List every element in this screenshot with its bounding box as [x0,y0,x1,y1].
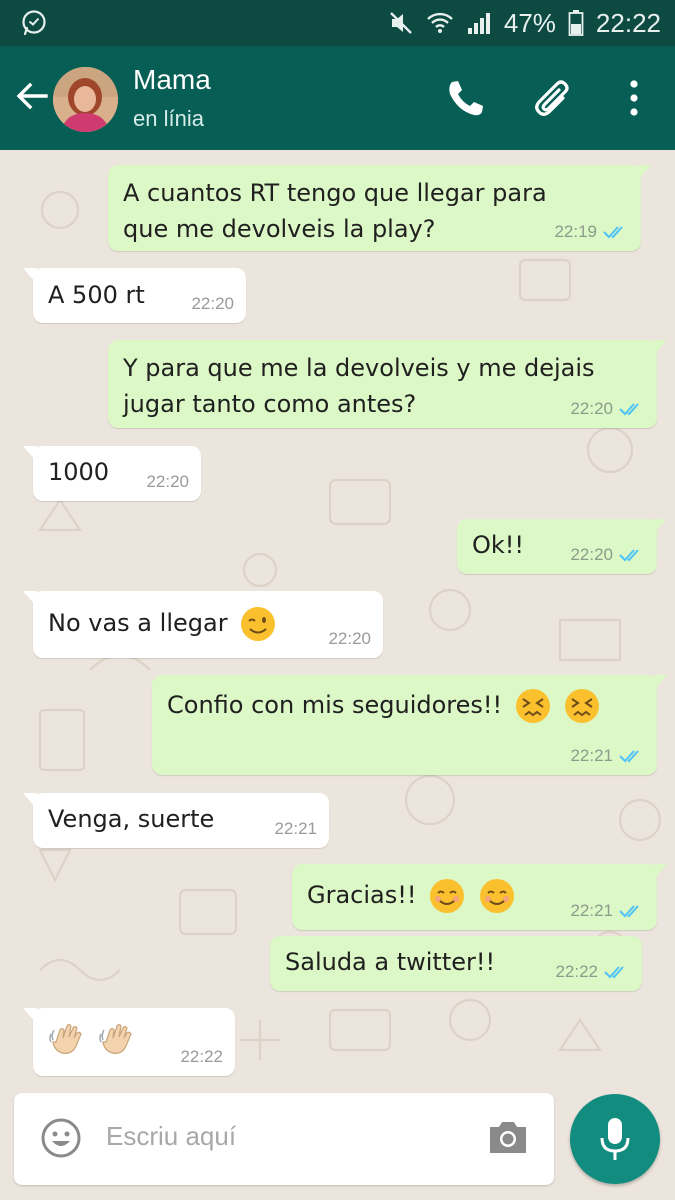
phone-call-icon[interactable] [444,76,484,120]
message-text: Confio con mis seguidores!! [167,687,642,725]
battery-percent: 47% [503,7,556,38]
message-outgoing[interactable]: Ok!! 22:20 [457,519,667,574]
bubble-tail [653,340,667,356]
message-text-content: Gracias!! [307,881,417,909]
message-text: A cuantos RT tengo que llegar para que m… [123,175,626,247]
bubble-tail [653,864,667,880]
smiling-face-emoji-icon [479,879,514,913]
read-receipt-icon [619,905,639,918]
message-time: 22:20 [570,399,613,418]
signal-icon [467,13,490,34]
message-text-content: No vas a llegar [48,609,228,637]
microphone-icon [600,1118,630,1160]
message-meta: 22:22 [180,1047,223,1067]
confounded-face-emoji-icon [565,689,600,723]
message-time: 22:22 [180,1047,223,1066]
wifi-icon [427,12,453,33]
bubble-tail [637,165,651,181]
bubble-tail [23,591,37,607]
waving-hand-emoji-icon [49,1023,82,1054]
attach-paperclip-icon[interactable] [533,76,573,120]
message-input[interactable]: Escriu aquí [106,1121,236,1152]
bubble-tail [23,268,37,284]
message-time: 22:20 [191,294,234,313]
message-outgoing[interactable]: Y para que me la devolveis y me dejais j… [108,340,667,428]
clock: 22:22 [595,7,661,38]
message-time: 22:22 [555,962,598,981]
message-outgoing[interactable]: Gracias!! 22:21 [292,864,667,930]
message-outgoing[interactable]: A cuantos RT tengo que llegar para que m… [108,165,651,251]
battery-icon [568,10,584,36]
message-time: 22:21 [274,819,317,838]
read-receipt-icon [619,403,639,416]
message-text-line: Y para que me la devolveis y me dejais [123,354,595,382]
message-time: 22:20 [328,629,371,648]
message-incoming[interactable]: Venga, suerte 22:21 [23,793,329,848]
message-text-line: A cuantos RT tengo que llegar para [123,179,547,207]
bubble-tail [653,675,667,691]
message-list[interactable]: A cuantos RT tengo que llegar para que m… [0,150,675,1090]
message-meta: 22:21 [570,746,645,766]
read-receipt-icon [603,226,623,239]
more-options-icon[interactable] [614,76,654,120]
message-time: 22:21 [570,901,613,920]
message-meta: 22:20 [328,629,371,649]
message-incoming[interactable]: No vas a llegar 22:20 [23,591,383,658]
status-bar: 47% 22:22 [0,0,675,46]
mute-icon [390,12,412,34]
bubble-tail [23,446,37,462]
message-time: 22:19 [554,222,597,241]
message-meta: 22:22 [555,962,630,982]
message-text-content: Confio con mis seguidores!! [167,691,503,719]
confounded-face-emoji-icon [515,689,550,723]
camera-icon[interactable] [486,1117,530,1157]
message-time: 22:20 [146,472,189,491]
avatar[interactable] [53,67,118,132]
message-outgoing[interactable]: Saluda a twitter!! 22:22 [270,936,642,991]
contact-status: en línia [133,106,204,131]
chat-header: Mama en línia [0,46,675,150]
message-meta: 22:21 [274,819,317,839]
back-arrow-icon[interactable] [12,76,52,116]
bubble-tail [23,793,37,809]
message-text-line: que me devolveis la play? [123,215,436,243]
message-meta: 22:19 [554,222,629,242]
message-meta: 22:20 [191,294,234,314]
read-receipt-icon [604,966,624,979]
waving-hand-emoji-icon [98,1023,132,1054]
emoji-picker-icon[interactable] [40,1117,82,1159]
message-composer[interactable]: Escriu aquí [14,1093,554,1185]
message-meta: 22:20 [570,545,645,565]
voice-record-button[interactable] [570,1094,660,1184]
message-text: No vas a llegar [48,605,368,643]
bubble-tail [23,1008,37,1024]
message-outgoing[interactable]: Confio con mis seguidores!! 22:21 [152,675,667,775]
read-receipt-icon [619,750,639,763]
message-meta: 22:20 [570,399,645,419]
message-time: 22:21 [570,746,613,765]
whatsapp-notification-icon [22,10,46,36]
message-incoming[interactable]: A 500 rt 22:20 [23,268,246,323]
message-time: 22:20 [570,545,613,564]
message-text: Y para que me la devolveis y me dejais j… [123,350,642,422]
message-text-line: jugar tanto como antes? [123,390,417,418]
bubble-tail [653,519,667,535]
contact-name[interactable]: Mama [133,64,211,96]
smiling-face-emoji-icon [430,879,465,913]
read-receipt-icon [619,549,639,562]
winking-face-emoji-icon [241,607,276,641]
message-meta: 22:21 [570,901,645,921]
message-incoming[interactable]: 1000 22:20 [23,446,201,501]
message-meta: 22:20 [146,472,189,492]
message-incoming[interactable]: 22:22 [23,1008,235,1076]
